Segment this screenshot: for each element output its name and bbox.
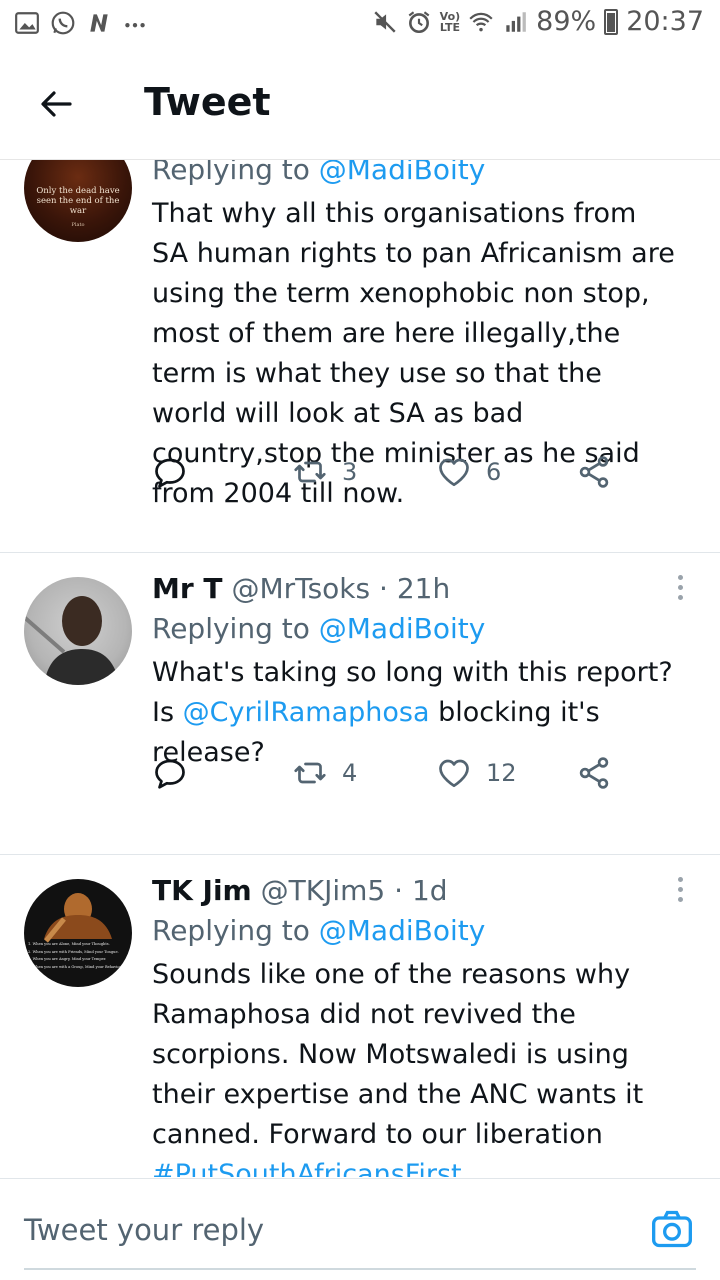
tweet-actions: 3 6 <box>152 454 622 494</box>
avatar[interactable] <box>24 577 132 685</box>
notification-icons <box>14 10 148 36</box>
retweet-button[interactable]: 3 <box>292 454 357 490</box>
more-options-icon[interactable] <box>674 877 686 907</box>
reply-feed[interactable]: Only the dead have seen the end of the w… <box>0 160 720 1177</box>
avatar-caption: Only the dead have seen the end of the w… <box>36 186 120 216</box>
replying-to-handle[interactable]: @MadiBoity <box>319 612 486 645</box>
tweet-actions: 4 12 <box>152 755 622 795</box>
share-button[interactable] <box>576 755 612 791</box>
display-name[interactable]: Mr T <box>152 572 223 605</box>
reply-button[interactable] <box>152 755 188 791</box>
like-count: 12 <box>486 759 517 787</box>
tweet-content: Mr T @MrTsoks · 21h Replying to @MadiBoi… <box>152 569 680 773</box>
avatar-text: 1. When you are Alone, Mind your Thought… <box>28 942 125 969</box>
display-name[interactable]: TK Jim <box>152 874 252 907</box>
tweet-item[interactable]: Mr T @MrTsoks · 21h Replying to @MadiBoi… <box>0 553 720 855</box>
reply-icon <box>155 759 185 789</box>
avatar[interactable]: Only the dead have seen the end of the w… <box>24 160 132 242</box>
reply-icon <box>155 458 185 488</box>
wifi-icon <box>469 12 493 31</box>
n-app-icon <box>90 14 108 32</box>
hashtag-link[interactable]: #PutSouthAfricansFirst <box>152 1155 680 1177</box>
reply-composer: Tweet your reply <box>0 1178 720 1280</box>
battery-icon <box>604 8 619 35</box>
clock: 20:37 <box>626 6 704 37</box>
avatar-photo <box>24 596 120 685</box>
alarm-icon <box>408 10 430 33</box>
replying-to: Replying to @MadiBoity <box>152 160 680 190</box>
replying-to-handle[interactable]: @MadiBoity <box>319 160 486 186</box>
like-button[interactable]: 6 <box>436 454 501 490</box>
back-arrow-icon[interactable] <box>36 84 76 124</box>
tweet-header: Mr T @MrTsoks · 21h <box>152 569 680 609</box>
like-icon <box>439 759 469 788</box>
mention-link[interactable]: @CyrilRamaphosa <box>183 697 430 728</box>
signal-icon <box>506 11 527 32</box>
reply-input[interactable]: Tweet your reply <box>24 1213 264 1247</box>
reply-button[interactable] <box>152 454 188 490</box>
timestamp: · 21h <box>379 572 451 605</box>
share-icon <box>579 757 609 789</box>
retweet-count: 3 <box>342 458 358 486</box>
tweet-item[interactable]: 1. When you are Alone, Mind your Thought… <box>0 855 720 1177</box>
whatsapp-icon <box>51 11 75 35</box>
share-button[interactable] <box>576 454 612 490</box>
more-options-icon[interactable] <box>674 575 686 605</box>
user-handle[interactable]: @MrTsoks <box>231 572 370 605</box>
status-bar: Vo) LTE 89% 20:37 <box>0 0 720 50</box>
replying-to-handle[interactable]: @MadiBoity <box>319 914 486 947</box>
retweet-count: 4 <box>342 759 358 787</box>
like-icon <box>439 458 469 487</box>
battery-percent: 89% <box>536 6 597 37</box>
tweet-content: TK Jim @TKJim5 · 1d Replying to @MadiBoi… <box>152 871 680 1177</box>
volte-indicator: Vo) LTE <box>439 9 461 34</box>
tweet-header: TK Jim @TKJim5 · 1d <box>152 871 680 911</box>
mute-icon <box>374 10 396 33</box>
more-notifications-icon <box>125 23 145 28</box>
avatar-credit: Plato <box>71 222 85 228</box>
like-button[interactable]: 12 <box>436 755 517 791</box>
retweet-icon <box>294 461 326 483</box>
retweet-button[interactable]: 4 <box>292 755 357 791</box>
system-icons: Vo) LTE 89% 20:37 <box>372 6 704 37</box>
gallery-icon <box>15 12 39 34</box>
retweet-icon <box>294 762 326 784</box>
input-underline <box>24 1268 696 1270</box>
like-count: 6 <box>486 458 502 486</box>
timestamp: · 1d <box>394 874 448 907</box>
user-handle[interactable]: @TKJim5 <box>261 874 386 907</box>
avatar[interactable]: 1. When you are Alone, Mind your Thought… <box>24 879 132 987</box>
top-app-bar: Tweet <box>0 50 720 160</box>
replying-to: Replying to @MadiBoity <box>152 612 486 645</box>
tweet-item[interactable]: Only the dead have seen the end of the w… <box>0 160 720 553</box>
camera-icon[interactable] <box>650 1207 694 1251</box>
page-title: Tweet <box>144 80 271 124</box>
share-icon <box>579 456 609 488</box>
tweet-text: Sounds like one of the reasons why Ramap… <box>152 955 680 1177</box>
replying-to: Replying to @MadiBoity <box>152 914 486 947</box>
